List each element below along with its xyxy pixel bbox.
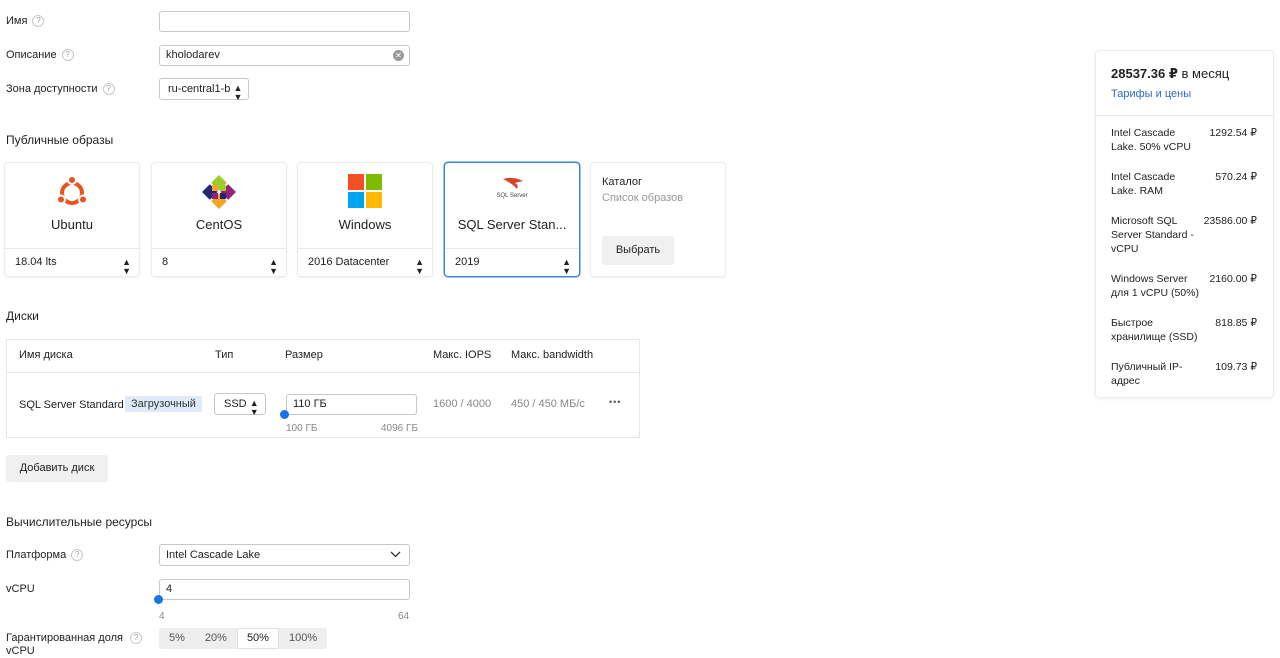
catalog-select-button[interactable]: Выбрать [602,236,674,265]
updown-icon: ▲ ▼ [269,257,278,276]
image-name: Windows [338,217,392,232]
vcpu-slider-handle[interactable] [154,595,163,604]
price-item: Публичный IP-адрес 109.73 ₽ [1111,361,1257,387]
name-label: Имя? [6,15,45,27]
image-version-select[interactable]: 2016 Datacenter ▲ ▼ [298,248,432,276]
image-card-centos[interactable]: CentOS 8 ▲ ▼ [152,163,286,276]
image-name: SQL Server Stan... [457,217,567,232]
column-header: Макс. IOPS [433,349,492,361]
disk-size-min: 100 ГБ [286,423,318,434]
divider [1096,115,1273,116]
platform-value: Intel Cascade Lake [166,549,261,561]
zone-select[interactable]: ru-central1-b ▲ ▼ [159,78,250,102]
image-name: Ubuntu [51,217,93,232]
vcpu-max: 64 [398,611,410,622]
windows-logo-icon [348,174,382,211]
disk-name: SQL Server Standard [19,399,124,411]
ubuntu-logo-icon [55,175,89,213]
disk-iops: 1600 / 4000 [433,398,492,410]
catalog-card: Каталог Список образов Выбрать [591,163,725,276]
disk-size-slider-handle[interactable] [280,410,289,419]
price-item: Microsoft SQL Server Standard - vCPU 235… [1111,215,1257,255]
vcpu-min: 4 [159,611,165,622]
disks-title: Диски [6,309,39,323]
price-item: Windows Server для 1 vCPU (50%) 2160.00 … [1111,273,1257,299]
image-version: 2016 Datacenter [308,256,390,268]
public-images-title: Публичные образы [6,133,114,147]
share-option-100[interactable]: 100% [279,628,327,649]
price-total: 28537.36 ₽ в месяц [1111,66,1229,82]
image-card-windows[interactable]: Windows 2016 Datacenter ▲ ▼ [298,163,432,276]
image-card-ubuntu[interactable]: Ubuntu 18.04 lts ▲ ▼ [5,163,139,276]
price-item: Intel Cascade Lake. RAM 570.24 ₽ [1111,171,1257,197]
updown-icon: ▲ ▼ [415,257,424,276]
column-header: Тип [215,349,234,361]
sql-server-logo-text: SQL Server [496,193,528,199]
sql-server-logo-icon: SQL Server [495,176,529,199]
image-version-select[interactable]: 2019 ▲ ▼ [445,248,579,276]
disk-type-select[interactable]: SSD ▲ ▼ [214,393,266,417]
share-label: Гарантированная доля vCPU [6,632,123,657]
vcpu-share-selector: 5% 20% 50% 100% [159,628,328,649]
image-version-select[interactable]: 18.04 lts ▲ ▼ [5,248,139,276]
help-icon[interactable]: ? [71,549,84,561]
disk-type-value: SSD [224,398,247,410]
platform-label: Платформа? [6,549,84,561]
share-option-20[interactable]: 20% [195,628,237,649]
zone-value: ru-central1-b [168,83,231,95]
share-option-50[interactable]: 50% [236,628,279,649]
image-version: 8 [162,256,169,268]
catalog-subtitle: Список образов [602,192,684,204]
more-icon[interactable]: ••• [609,397,621,407]
add-disk-button[interactable]: Добавить диск [6,455,108,482]
description-value: kholodarev [166,49,220,61]
description-input[interactable]: kholodarev ✕ [159,45,410,66]
image-version-select[interactable]: 8 ▲ ▼ [152,248,286,276]
divider [7,372,639,373]
price-item: Intel Cascade Lake. 50% vCPU 1292.54 ₽ [1111,127,1257,153]
platform-select[interactable]: Intel Cascade Lake [159,544,410,566]
disk-bandwidth: 450 / 450 МБ/с [511,398,585,410]
boot-badge: Загрузочный [125,396,202,412]
price-period: в месяц [1181,66,1230,81]
compute-title: Вычислительные ресурсы [6,515,152,529]
column-header: Макс. bandwidth [511,349,594,361]
description-label: Описание? [6,49,74,61]
column-header: Размер [285,349,323,361]
help-icon[interactable]: ? [61,49,74,61]
updown-icon: ▲ ▼ [233,83,243,102]
pricing-link[interactable]: Тарифы и цены [1111,88,1191,100]
updown-icon: ▲ ▼ [249,398,259,417]
vcpu-input[interactable]: 4 [159,579,410,600]
image-version: 2019 [455,256,480,268]
image-card-sql-server[interactable]: SQL Server SQL Server Stan... 2019 ▲ ▼ [445,163,579,276]
column-header: Имя диска [19,349,73,361]
price-total-value: 28537.36 ₽ [1111,66,1178,81]
image-name: CentOS [195,217,243,232]
help-icon[interactable]: ? [102,83,115,95]
disk-size-input[interactable]: 110 ГБ [286,394,417,415]
name-input[interactable] [159,11,410,32]
price-panel: 28537.36 ₽ в месяц Тарифы и цены Intel C… [1096,51,1273,397]
zone-label: Зона доступности? [6,83,115,95]
share-option-5[interactable]: 5% [159,628,195,649]
clear-icon[interactable]: ✕ [393,50,404,61]
help-icon[interactable]: ? [130,632,142,644]
disk-size-max: 4096 ГБ [381,423,419,434]
disks-table: Имя диска Тип Размер Макс. IOPS Макс. ba… [6,339,640,438]
updown-icon: ▲ ▼ [122,257,131,276]
centos-logo-icon [202,175,236,212]
updown-icon: ▲ ▼ [562,257,571,276]
price-item: Быстрое хранилище (SSD) 818.85 ₽ [1111,317,1257,343]
vcpu-label: vCPU [6,583,35,595]
image-version: 18.04 lts [15,256,57,268]
help-icon[interactable]: ? [32,15,45,27]
catalog-title: Каталог [602,176,642,188]
chevron-down-icon [390,547,401,568]
